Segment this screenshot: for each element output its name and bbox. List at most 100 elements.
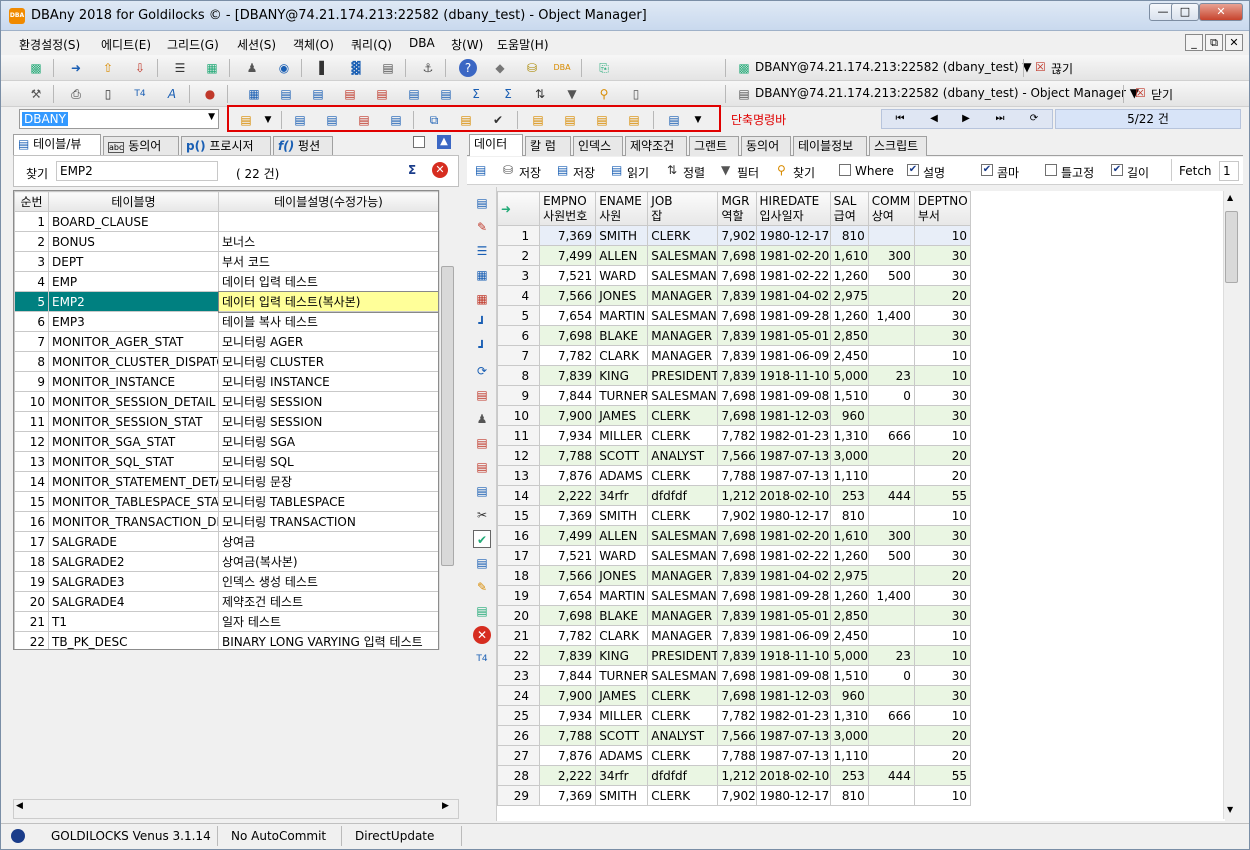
data-cell[interactable]: CLERK xyxy=(647,745,719,766)
tab-synonyms[interactable]: abc 동의어 xyxy=(103,136,179,156)
data-cell[interactable]: KING xyxy=(595,365,649,386)
data-cell[interactable]: CLARK xyxy=(595,345,649,366)
data-cell[interactable]: 2,222 xyxy=(539,765,597,786)
data-cell[interactable] xyxy=(867,605,915,626)
data-cell[interactable]: 7,876 xyxy=(539,465,597,486)
data-cell[interactable]: 20 xyxy=(913,565,972,586)
sc-doc1-icon[interactable]: ▤ xyxy=(529,111,547,129)
data-cell[interactable]: MANAGER xyxy=(647,565,719,586)
search-input[interactable]: EMP2 xyxy=(56,161,218,181)
data-cell[interactable]: 1981-02-22 xyxy=(755,545,831,566)
data-cell[interactable]: 7,566 xyxy=(717,445,757,466)
side-edit-icon[interactable]: ✎ xyxy=(473,218,491,236)
data-cell[interactable]: MARTIN xyxy=(595,585,649,606)
data-cell[interactable]: 7,839 xyxy=(717,285,757,306)
first-record-icon[interactable]: ⏮ xyxy=(885,111,915,127)
data-cell[interactable] xyxy=(867,325,915,346)
table-row[interactable]: 12 MONITOR_SGA_STAT 모니터링 SGA xyxy=(14,431,438,452)
data-cell[interactable]: 20 xyxy=(913,465,972,486)
data-cell[interactable]: 7,369 xyxy=(539,785,597,806)
col-header-sal[interactable]: SAL 급여 xyxy=(829,191,869,226)
left-scrollbar[interactable] xyxy=(439,190,455,650)
data-cell[interactable]: SALESMAN xyxy=(647,585,719,606)
sc-script-icon[interactable]: ▤ xyxy=(665,111,683,129)
side-pen-icon[interactable]: ✎ xyxy=(473,578,491,596)
chevron-down-icon[interactable]: ▼ xyxy=(1227,805,1233,814)
data-cell[interactable]: 30 xyxy=(913,265,972,286)
side-cancel-icon[interactable]: ✕ xyxy=(473,626,491,644)
side-list-icon[interactable]: ☰ xyxy=(473,242,491,260)
paste-icon[interactable]: ▤ xyxy=(457,111,475,129)
data-cell[interactable]: 7,698 xyxy=(717,245,757,266)
data-cell[interactable]: MANAGER xyxy=(647,345,719,366)
sc-edit-icon[interactable]: ▤ xyxy=(387,111,405,129)
data-cell[interactable]: 960 xyxy=(829,405,869,426)
data-cell[interactable]: SALESMAN xyxy=(647,305,719,326)
data-cell[interactable] xyxy=(867,685,915,706)
data-row[interactable]: 13 7,876 ADAMS CLERK 7,788 1987-07-13 1,110 20 xyxy=(497,465,972,486)
data-row[interactable]: 24 7,900 JAMES CLERK 7,698 1981-12-03 960 30 xyxy=(497,685,972,706)
data-cell[interactable]: 30 xyxy=(913,405,972,426)
data-cell[interactable]: 7,839 xyxy=(539,365,597,386)
data-cell[interactable]: 3,000 xyxy=(829,725,869,746)
data-cell[interactable]: 7,369 xyxy=(539,225,597,246)
data-cell[interactable]: 1981-04-02 xyxy=(755,285,831,306)
data-cell[interactable] xyxy=(867,745,915,766)
data-cell[interactable]: SALESMAN xyxy=(647,665,719,686)
chevron-down-icon[interactable]: ▼ xyxy=(259,111,277,129)
data-cell[interactable]: 1981-12-03 xyxy=(755,685,831,706)
data-cell[interactable]: 1981-02-22 xyxy=(755,265,831,286)
data-cell[interactable]: 1980-12-17 xyxy=(755,225,831,246)
next-record-icon[interactable]: ▶ xyxy=(951,111,981,127)
close-window-button[interactable]: 닫기 xyxy=(1151,86,1173,103)
data-row[interactable]: 3 7,521 WARD SALESMAN 7,698 1981-02-22 1,260 50… xyxy=(497,265,972,286)
side-report-icon[interactable]: ▤ xyxy=(473,434,491,452)
data-cell[interactable]: 7,934 xyxy=(539,425,597,446)
data-cell[interactable]: 10 xyxy=(913,785,972,806)
chart-icon[interactable]: ▌ xyxy=(315,59,333,77)
data-row[interactable]: 5 7,654 MARTIN SALESMAN 7,698 1981-09-28 1,260… xyxy=(497,305,972,326)
data-row[interactable]: 2 7,499 ALLEN SALESMAN 7,698 1981-02-20 1,610 3… xyxy=(497,245,972,266)
data-cell[interactable]: 7,839 xyxy=(717,565,757,586)
data-cell[interactable] xyxy=(867,445,915,466)
clear-search-icon[interactable]: ✕ xyxy=(432,162,448,178)
data-cell[interactable]: 1981-02-20 xyxy=(755,245,831,266)
data-row[interactable]: 7 7,782 CLARK MANAGER 7,839 1981-06-09 2,450 10 xyxy=(497,345,972,366)
checkbox-icon[interactable]: ✔ xyxy=(473,530,491,548)
data-row[interactable]: 6 7,698 BLAKE MANAGER 7,839 1981-05-01 2,850 30 xyxy=(497,325,972,346)
disconnect-button[interactable]: 끊기 xyxy=(1051,60,1073,77)
data-cell[interactable]: 2,975 xyxy=(829,565,869,586)
data-cell[interactable]: 2,450 xyxy=(829,625,869,646)
data-cell[interactable]: SMITH xyxy=(595,785,649,806)
data-row[interactable]: 4 7,566 JONES MANAGER 7,839 1981-04-02 2,975 20 xyxy=(497,285,972,306)
side-t4-icon[interactable]: T4 xyxy=(473,650,491,668)
data-row[interactable]: 27 7,876 ADAMS CLERK 7,788 1987-07-13 1,110 20 xyxy=(497,745,972,766)
check-edit-icon[interactable]: ✔ xyxy=(489,111,507,129)
side-report3-icon[interactable]: ▤ xyxy=(473,482,491,500)
tab-procedures[interactable]: p() 프로시저 xyxy=(181,136,271,156)
data-cell[interactable]: 444 xyxy=(867,485,915,506)
data-cell[interactable]: 1,110 xyxy=(829,745,869,766)
table-row[interactable]: 4 EMP 데이터 입력 테스트 xyxy=(14,271,438,292)
report-icon[interactable]: ▤ xyxy=(379,59,397,77)
data-cell[interactable]: 7,900 xyxy=(539,405,597,426)
mdi-minimize-button[interactable]: _ xyxy=(1185,34,1203,51)
data-cell[interactable]: MANAGER xyxy=(647,605,719,626)
data-cell[interactable] xyxy=(867,345,915,366)
data-cell[interactable]: 7,782 xyxy=(539,345,597,366)
menu-grid[interactable]: 그리드(G) xyxy=(167,36,219,53)
table-edit-icon[interactable]: ▤ xyxy=(309,85,327,103)
save-file-button[interactable]: 저장 xyxy=(573,164,595,181)
data-cell[interactable]: 960 xyxy=(829,685,869,706)
data-cell[interactable] xyxy=(867,565,915,586)
data-cell[interactable]: 1987-07-13 xyxy=(755,465,831,486)
data-cell[interactable]: SMITH xyxy=(595,225,649,246)
globe-icon[interactable]: ● xyxy=(201,85,219,103)
prev-record-icon[interactable]: ◀ xyxy=(919,111,949,127)
side-tree2-icon[interactable]: ┛ xyxy=(473,338,491,356)
row-table-desc[interactable]: 모니터링 TABLESPACE xyxy=(218,491,438,512)
data-cell[interactable]: 7,698 xyxy=(717,545,757,566)
data-cell[interactable]: 7,698 xyxy=(717,685,757,706)
side-people-icon[interactable]: ♟ xyxy=(473,410,491,428)
data-cell[interactable] xyxy=(867,625,915,646)
